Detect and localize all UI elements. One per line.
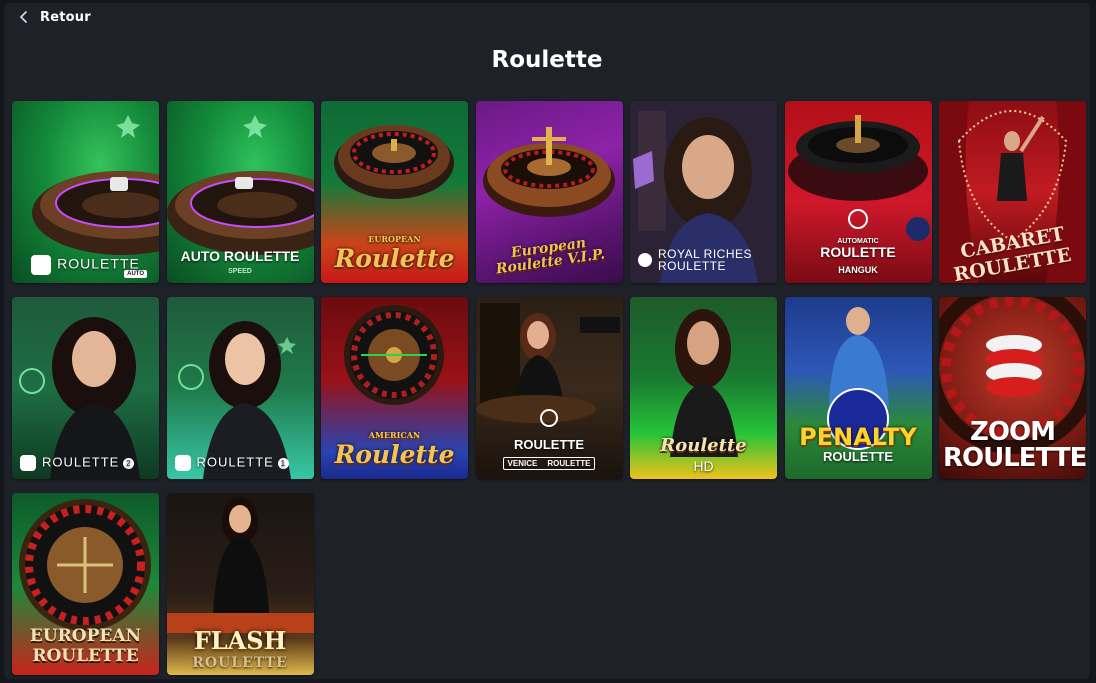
game-title: ROULETTE [513, 437, 585, 452]
game-tile-flash-roulette[interactable]: FLASH ROULETTE [166, 493, 314, 675]
game-title: AUTO ROULETTE [180, 248, 300, 264]
back-label: Retour [40, 10, 91, 25]
game-title-line2: ROULETTE [658, 259, 727, 274]
game-tile-roulette-1[interactable]: ROULETTE 1 [166, 297, 314, 479]
provider-logo-icon [31, 255, 52, 275]
game-title-line1: EUROPEAN [29, 626, 142, 646]
game-tile-roulette-auto[interactable]: ROULETTE AUTO [12, 101, 159, 283]
provider-logo-icon [20, 455, 36, 471]
game-title: ROULETTE [196, 454, 274, 470]
game-title: ROULETTE [42, 454, 120, 470]
game-title-line1: FLASH [193, 626, 287, 655]
game-title-line2: ROULETTE [192, 655, 288, 671]
table-number-badge: 1 [277, 457, 289, 469]
auto-badge: AUTO [124, 270, 147, 278]
game-title: Roulette [334, 440, 455, 469]
page-container: Retour Roulette ROULETTE AUTO AUTO ROULE… [4, 3, 1090, 679]
game-subtitle: HD [693, 458, 714, 474]
game-title-line1: PENALTY [799, 423, 917, 451]
page-title: Roulette [491, 47, 603, 73]
dealer-photo [19, 317, 140, 479]
game-tile-european-roulette[interactable]: EUROPEAN Roulette [321, 101, 468, 283]
provider-logo-icon [174, 455, 191, 471]
game-title-top: EUROPEAN [368, 234, 421, 244]
game-tile-penalty-roulette[interactable]: PENALTY ROULETTE [784, 297, 932, 479]
game-tile-american-roulette[interactable]: AMERICAN Roulette [321, 297, 468, 479]
game-tile-european-roulette-vip[interactable]: European Roulette V.I.P. [475, 101, 623, 283]
game-tile-royal-riches-roulette[interactable]: ROYAL RICHES ROULETTE [630, 101, 777, 283]
game-subtitle: SPEED [228, 268, 252, 275]
game-tile-cabaret-roulette[interactable]: CABARET ROULETTE [939, 101, 1086, 283]
game-subtitle: HANGUK [838, 265, 878, 275]
game-title: Roulette [660, 435, 747, 456]
table-number-badge: 2 [123, 457, 135, 469]
game-tile-automatic-roulette-hanguk[interactable]: AUTOMATIC ROULETTE HANGUK [784, 101, 932, 283]
game-tile-zoom-roulette[interactable]: ZOOM ROULETTE [939, 297, 1086, 479]
games-grid: ROULETTE AUTO AUTO ROULETTE SPEED EUROPE… [12, 101, 1086, 675]
game-title: Roulette [334, 244, 455, 273]
dealer-photo [177, 321, 296, 479]
game-label-right: ROULETTE [547, 459, 591, 468]
game-tile-european-roulette-classic[interactable]: EUROPEAN ROULETTE [12, 493, 159, 675]
game-title: ROULETTE [820, 244, 896, 260]
game-tile-auto-roulette[interactable]: AUTO ROULETTE SPEED [166, 101, 314, 283]
game-title-line2: ROULETTE [943, 443, 1086, 473]
game-title-line2: ROULETTE [822, 449, 894, 464]
game-title-top: AMERICAN [368, 430, 421, 440]
chevron-left-icon [18, 8, 30, 27]
game-label-left: VENICE [507, 459, 538, 468]
provider-logo-icon [638, 253, 652, 268]
provider-logo-icon [848, 209, 868, 229]
provider-logo-icon [540, 409, 558, 427]
game-tile-roulette-2[interactable]: ROULETTE 2 [12, 297, 159, 479]
game-title-line2: ROULETTE [32, 646, 139, 666]
game-tile-roulette-hd[interactable]: Roulette HD [630, 297, 777, 479]
game-title-line1: ZOOM [970, 417, 1056, 447]
game-tile-venice-roulette[interactable]: ROULETTE VENICE ROULETTE [475, 297, 623, 479]
back-button[interactable]: Retour [18, 8, 91, 27]
